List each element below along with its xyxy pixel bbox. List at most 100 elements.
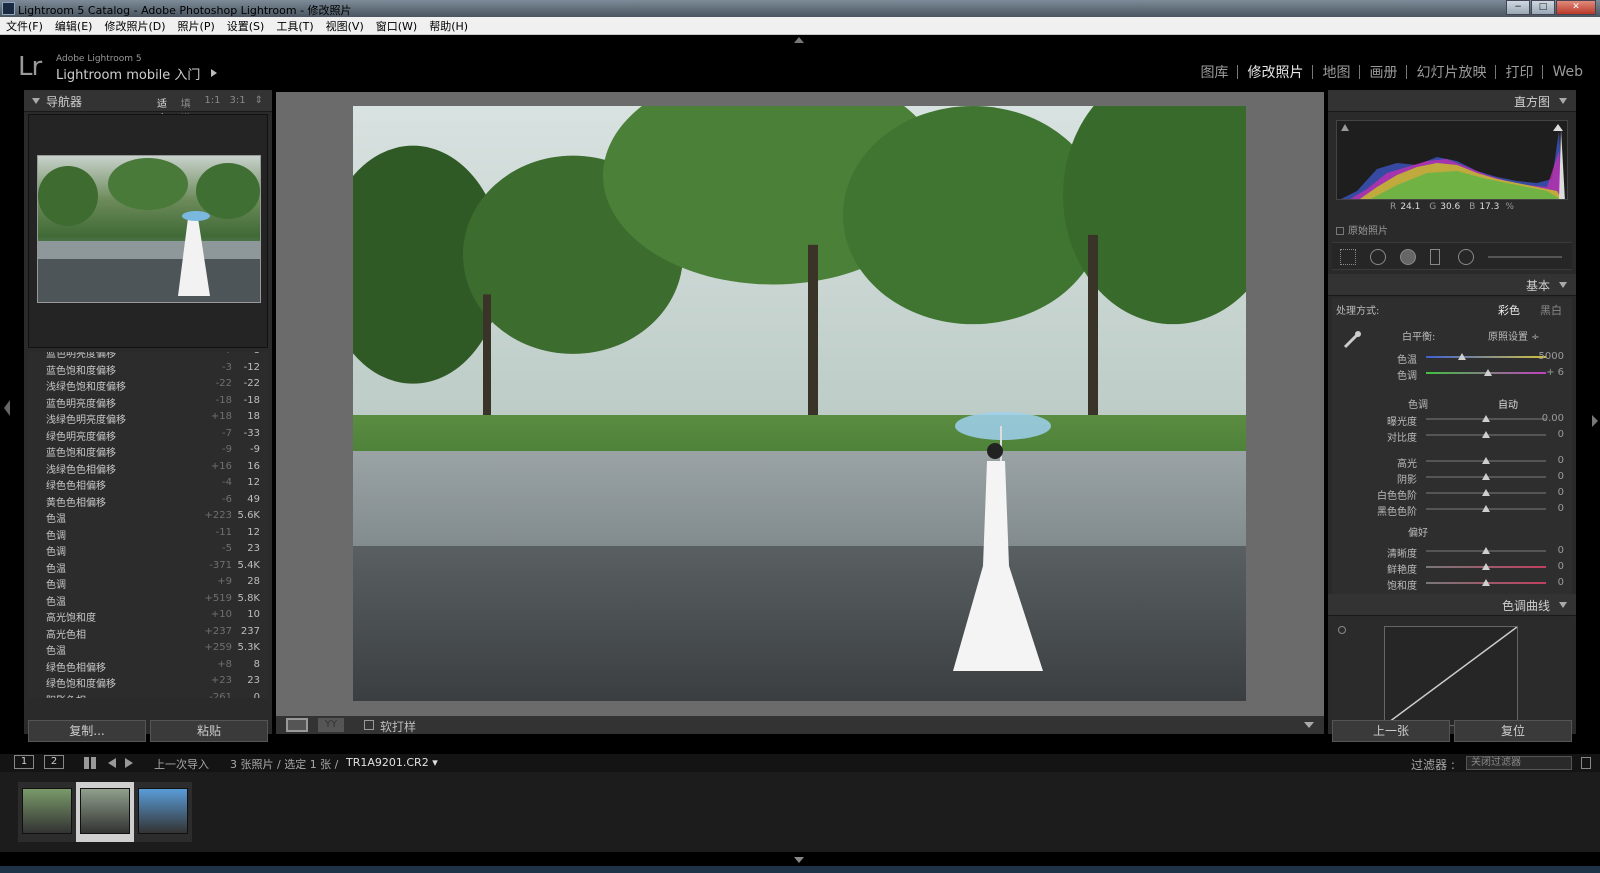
- history-item[interactable]: 浅绿色明亮度偏移 +18 18: [28, 409, 268, 426]
- slider-value[interactable]: 0.00: [1542, 413, 1564, 424]
- secondary-window-button[interactable]: 2: [44, 755, 64, 769]
- copy-settings-button[interactable]: 复制...: [28, 720, 146, 742]
- history-item[interactable]: 黄色色相偏移 -6 49: [28, 492, 268, 509]
- top-panel-toggle-icon[interactable]: [794, 37, 804, 43]
- module-map[interactable]: 地图: [1313, 62, 1359, 82]
- history-item[interactable]: 色调 -11 12: [28, 525, 268, 542]
- histogram-header[interactable]: 直方图: [1328, 90, 1576, 112]
- collapse-triangle-icon[interactable]: [1559, 98, 1567, 104]
- module-print[interactable]: 打印: [1496, 62, 1542, 82]
- collapse-triangle-icon[interactable]: [1559, 602, 1567, 608]
- slider-knob[interactable]: [1482, 431, 1490, 438]
- right-panel-toggle-icon[interactable]: [1592, 415, 1598, 427]
- history-item[interactable]: 蓝色饱和度偏移 -9 -9: [28, 442, 268, 459]
- treatment-bw-option[interactable]: 黑白: [1540, 302, 1562, 318]
- bottom-panel-toggle-icon[interactable]: [794, 857, 804, 863]
- history-item[interactable]: 色调 +9 28: [28, 574, 268, 591]
- original-photo-toggle[interactable]: 原始照片: [1336, 222, 1388, 237]
- menu-window[interactable]: 窗口(W): [376, 18, 417, 34]
- history-item[interactable]: 色温 +259 5.3K: [28, 640, 268, 657]
- histogram-chart[interactable]: [1336, 120, 1568, 200]
- slider-value[interactable]: 0: [1558, 561, 1564, 572]
- slider-knob[interactable]: [1482, 579, 1490, 586]
- slider-track[interactable]: [1426, 356, 1546, 358]
- history-item[interactable]: 色温 +519 5.8K: [28, 591, 268, 608]
- slider-knob[interactable]: [1482, 489, 1490, 496]
- filter-select[interactable]: 关闭过滤器: [1466, 756, 1572, 770]
- red-eye-tool-icon[interactable]: [1400, 249, 1416, 265]
- filmstrip-thumbnail[interactable]: [134, 782, 192, 842]
- minimize-button[interactable]: −: [1506, 0, 1530, 15]
- history-item[interactable]: 绿色色相偏移 +8 8: [28, 657, 268, 674]
- paste-settings-button[interactable]: 粘贴: [150, 720, 268, 742]
- menu-settings[interactable]: 设置(S): [227, 18, 265, 34]
- main-photo[interactable]: [353, 106, 1246, 701]
- slider-knob[interactable]: [1484, 369, 1493, 376]
- before-after-button[interactable]: YY: [318, 718, 344, 732]
- slider-value[interactable]: 0: [1558, 429, 1564, 440]
- basic-header[interactable]: 基本: [1328, 274, 1576, 296]
- close-button[interactable]: ✕: [1556, 0, 1596, 15]
- slider-value[interactable]: 0: [1558, 471, 1564, 482]
- forward-arrow-icon[interactable]: [125, 758, 133, 768]
- back-arrow-icon[interactable]: [108, 758, 116, 768]
- white-balance-select[interactable]: 原照设置 ÷: [1488, 328, 1540, 343]
- left-panel-toggle-icon[interactable]: [4, 400, 10, 416]
- tone-curve-header[interactable]: 色调曲线: [1328, 594, 1576, 616]
- menu-view[interactable]: 视图(V): [326, 18, 364, 34]
- graduated-filter-tool-icon[interactable]: [1430, 249, 1440, 265]
- filmstrip-thumbnail[interactable]: [18, 782, 76, 842]
- treatment-color-option[interactable]: 彩色: [1498, 302, 1520, 318]
- current-filename[interactable]: TR1A9201.CR2 ▾: [346, 756, 438, 769]
- soft-proof-checkbox[interactable]: [364, 720, 374, 730]
- loupe-view-icon[interactable]: [286, 718, 308, 732]
- history-item[interactable]: 阴影色相 -261 0: [28, 690, 268, 699]
- slider-value[interactable]: + 6: [1546, 367, 1564, 378]
- toolbar-options-chevron-icon[interactable]: [1304, 722, 1314, 728]
- slider-knob[interactable]: [1482, 505, 1490, 512]
- history-item[interactable]: 浅绿色色相偏移 +16 16: [28, 459, 268, 476]
- slider-knob[interactable]: [1482, 563, 1490, 570]
- menu-tools[interactable]: 工具(T): [276, 18, 313, 34]
- navigator-header[interactable]: 导航器 适合 填满 1:1 3:1 ⇕: [24, 90, 272, 125]
- history-item[interactable]: 高光色相 +237 237: [28, 624, 268, 641]
- slider-value[interactable]: 0: [1558, 487, 1564, 498]
- maximize-button[interactable]: □: [1531, 0, 1555, 15]
- menu-edit[interactable]: 编辑(E): [55, 18, 93, 34]
- white-balance-eyedropper-icon[interactable]: [1342, 330, 1362, 350]
- module-slideshow[interactable]: 幻灯片放映: [1407, 62, 1495, 82]
- slider-knob[interactable]: [1482, 547, 1490, 554]
- navigator-thumbnail[interactable]: [37, 155, 261, 303]
- module-develop[interactable]: 修改照片: [1238, 62, 1312, 82]
- history-item[interactable]: 绿色明亮度偏移 -7 -33: [28, 426, 268, 443]
- adjustment-brush-slider[interactable]: [1488, 256, 1562, 258]
- slider-value[interactable]: 0: [1558, 503, 1564, 514]
- slider-knob[interactable]: [1482, 457, 1490, 464]
- slider-knob[interactable]: [1482, 473, 1490, 480]
- history-item[interactable]: 色温 -371 5.4K: [28, 558, 268, 575]
- history-item[interactable]: 高光饱和度 +10 10: [28, 607, 268, 624]
- filter-lock-icon[interactable]: [1581, 757, 1591, 769]
- history-item[interactable]: 蓝色饱和度偏移 -3 -12: [28, 360, 268, 377]
- reset-button[interactable]: 复位: [1454, 720, 1572, 742]
- history-list[interactable]: 蓝色明亮度偏移 -7 -8 蓝色饱和度偏移 -3 -12 浅绿色饱和度偏移 -22 -22 蓝色明…: [28, 352, 268, 698]
- module-book[interactable]: 画册: [1360, 62, 1406, 82]
- slider-value[interactable]: 5000: [1539, 351, 1564, 362]
- auto-tone-button[interactable]: 自动: [1498, 396, 1518, 411]
- history-item[interactable]: 色调 -5 23: [28, 541, 268, 558]
- filmstrip-source[interactable]: 上一次导入: [154, 756, 209, 772]
- module-web[interactable]: Web: [1543, 64, 1592, 80]
- filmstrip-thumbnail[interactable]: [76, 782, 134, 842]
- history-item[interactable]: 蓝色明亮度偏移-7-8: [28, 352, 268, 360]
- previous-settings-button[interactable]: 上一张: [1332, 720, 1450, 742]
- original-photo-checkbox[interactable]: [1336, 227, 1344, 235]
- history-item[interactable]: 绿色色相偏移 -4 12: [28, 475, 268, 492]
- module-library[interactable]: 图库: [1191, 62, 1237, 82]
- targeted-adjustment-icon[interactable]: [1338, 626, 1346, 634]
- mobile-getting-started-link[interactable]: Lightroom mobile 入门: [56, 64, 200, 83]
- history-item[interactable]: 绿色饱和度偏移 +23 23: [28, 673, 268, 690]
- crop-tool-icon[interactable]: [1340, 249, 1356, 265]
- slider-value[interactable]: 0: [1558, 577, 1564, 588]
- collapse-triangle-icon[interactable]: [1559, 282, 1567, 288]
- grid-view-icon[interactable]: [84, 757, 96, 769]
